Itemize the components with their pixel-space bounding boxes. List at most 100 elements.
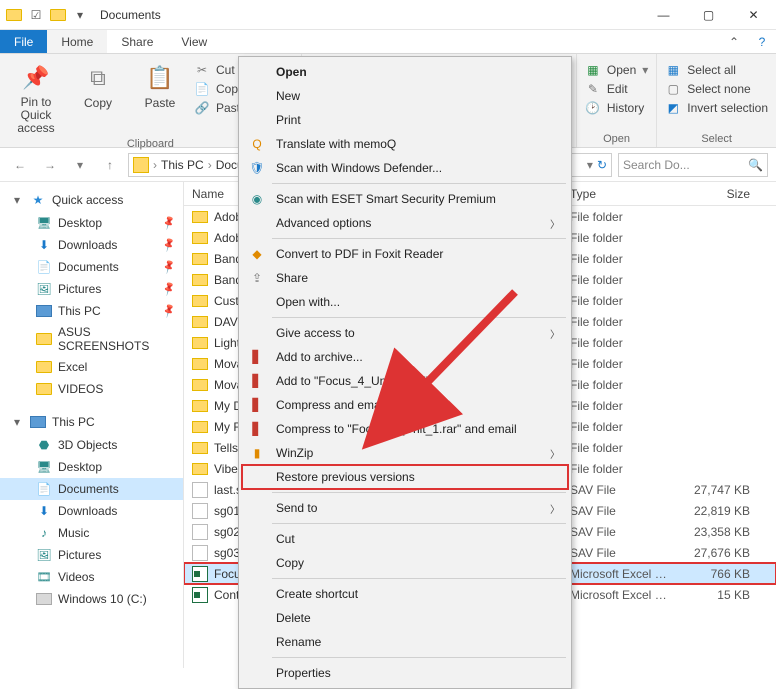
close-button[interactable]: ✕ (731, 0, 776, 30)
chevron-right-icon[interactable]: › (208, 158, 212, 172)
menu-compressto[interactable]: ▋Compress to "Focus_4_Unit_1.rar" and em… (242, 417, 568, 441)
menu-print[interactable]: Print (242, 108, 568, 132)
menu-addrar[interactable]: ▋Add to "Focus_4_Unit_1.rar" (242, 369, 568, 393)
tab-file[interactable]: File (0, 30, 47, 53)
file-type: File folder (562, 315, 678, 329)
nav-item-videos[interactable]: VIDEOS (0, 378, 183, 400)
edit-button[interactable]: ✎Edit (585, 81, 648, 97)
up-button[interactable]: ↑ (98, 153, 122, 177)
menu-copy[interactable]: Copy (242, 551, 568, 575)
nav-item-pictures-pc[interactable]: 🖼Pictures (0, 544, 183, 566)
column-type[interactable]: Type (562, 187, 678, 201)
tab-home[interactable]: Home (47, 30, 107, 53)
nav-item-3dobjects[interactable]: ⬣3D Objects (0, 434, 183, 456)
desktop-icon: 🖥 (36, 215, 52, 231)
nav-item-documents-pc[interactable]: 📄Documents (0, 478, 183, 500)
nav-item-excel[interactable]: Excel (0, 356, 183, 378)
nav-item-pictures[interactable]: 🖼Pictures (0, 278, 183, 300)
submenu-arrow-icon: 〉 (550, 501, 560, 516)
properties-qat-icon[interactable]: ☑ (28, 7, 44, 23)
file-size: 27,676 KB (678, 546, 758, 560)
menu-cut[interactable]: Cut (242, 527, 568, 551)
nav-item-downloads-pc[interactable]: ⬇Downloads (0, 500, 183, 522)
menu-delete[interactable]: Delete (242, 606, 568, 630)
menu-winzip[interactable]: ▮WinZip〉 (242, 441, 568, 465)
breadcrumb-thispc[interactable]: This PC (161, 158, 204, 172)
nav-item-desktop-pc[interactable]: 🖥Desktop (0, 456, 183, 478)
menu-sendto[interactable]: Send to〉 (242, 496, 568, 520)
nav-this-pc[interactable]: ▾This PC (0, 410, 183, 434)
history-button[interactable]: 🕑History (585, 100, 648, 116)
menu-properties[interactable]: Properties (242, 661, 568, 685)
maximize-button[interactable]: ▢ (686, 0, 731, 30)
column-size[interactable]: Size (678, 187, 758, 201)
menu-open[interactable]: Open (242, 60, 568, 84)
chevron-down-icon[interactable]: ▾ (14, 415, 24, 429)
minimize-button[interactable]: — (641, 0, 686, 30)
recent-dropdown-icon[interactable]: ▾ (68, 153, 92, 177)
refresh-icon[interactable]: ↻ (597, 158, 607, 172)
menu-openwith[interactable]: Open with... (242, 290, 568, 314)
paste-icon: 📋 (144, 62, 176, 94)
qat-dropdown-icon[interactable]: ▾ (72, 7, 88, 23)
menu-compressemail[interactable]: ▋Compress and email... (242, 393, 568, 417)
menu-new[interactable]: New (242, 84, 568, 108)
shortcut-icon: 🔗 (194, 100, 210, 116)
nav-item-asus[interactable]: ASUS SCREENSHOTS (0, 322, 183, 356)
paste-button[interactable]: 📋 Paste (132, 58, 188, 136)
ribbon-group-label: Open (585, 131, 648, 145)
file-type: File folder (562, 336, 678, 350)
invert-selection-button[interactable]: ◩Invert selection (665, 100, 768, 116)
menu-defender[interactable]: 🛡Scan with Windows Defender... (242, 156, 568, 180)
file-name: Tells (214, 441, 238, 455)
menu-foxit[interactable]: ◆Convert to PDF in Foxit Reader (242, 242, 568, 266)
chevron-right-icon[interactable]: › (153, 158, 157, 172)
file-type: File folder (562, 441, 678, 455)
chevron-down-icon[interactable]: ▾ (14, 193, 24, 207)
nav-item-videos-pc[interactable]: 🎞Videos (0, 566, 183, 588)
select-all-button[interactable]: ▦Select all (665, 62, 768, 78)
nav-item-desktop[interactable]: 🖥Desktop (0, 212, 183, 234)
menu-eset[interactable]: ◉Scan with ESET Smart Security Premium (242, 187, 568, 211)
open-button[interactable]: ▦Open ▾ (585, 62, 648, 78)
file-type: File folder (562, 357, 678, 371)
menu-advanced[interactable]: Advanced options〉 (242, 211, 568, 235)
nav-quick-access[interactable]: ▾★Quick access (0, 188, 183, 212)
nav-item-cdrive[interactable]: Windows 10 (C:) (0, 588, 183, 610)
menu-memoq[interactable]: QTranslate with memoQ (242, 132, 568, 156)
menu-giveaccess[interactable]: Give access to〉 (242, 321, 568, 345)
menu-rename[interactable]: Rename (242, 630, 568, 654)
new-folder-qat-icon[interactable] (50, 7, 66, 23)
menu-addarchive[interactable]: ▋Add to archive... (242, 345, 568, 369)
winrar-icon: ▋ (248, 348, 266, 366)
folder-icon (192, 295, 208, 307)
blank-icon (248, 609, 266, 627)
menu-share[interactable]: ⇪Share (242, 266, 568, 290)
file-type: File folder (562, 252, 678, 266)
tab-share[interactable]: Share (107, 30, 167, 53)
search-input[interactable]: Search Do... 🔍 (618, 153, 768, 177)
menu-restore-previous-versions[interactable]: Restore previous versions (242, 465, 568, 489)
nav-item-thispc[interactable]: This PC (0, 300, 183, 322)
nav-item-downloads[interactable]: ⬇Downloads (0, 234, 183, 256)
select-none-button[interactable]: ▢Select none (665, 81, 768, 97)
edit-icon: ✎ (585, 81, 601, 97)
nav-item-documents[interactable]: 📄Documents (0, 256, 183, 278)
folder-icon (6, 7, 22, 23)
ribbon-group-select: ▦Select all ▢Select none ◩Invert selecti… (656, 54, 776, 147)
collapse-ribbon-icon[interactable]: ⌃ (720, 30, 748, 53)
tab-view[interactable]: View (167, 30, 221, 53)
address-dropdown-icon[interactable]: ▾ (587, 158, 593, 172)
shield-icon: 🛡 (248, 159, 266, 177)
forward-button[interactable]: → (38, 153, 62, 177)
blank-icon (248, 214, 266, 232)
pin-quick-access-button[interactable]: 📌 Pin to Quick access (8, 58, 64, 136)
copy-button[interactable]: ⧉ Copy (70, 58, 126, 136)
downloads-icon: ⬇ (36, 237, 52, 253)
back-button[interactable]: ← (8, 153, 32, 177)
winrar-icon: ▋ (248, 396, 266, 414)
menu-create-shortcut[interactable]: Create shortcut (242, 582, 568, 606)
help-icon[interactable]: ? (748, 30, 776, 53)
nav-item-music[interactable]: ♪Music (0, 522, 183, 544)
navigation-pane[interactable]: ▾★Quick access 🖥Desktop ⬇Downloads 📄Docu… (0, 182, 184, 668)
